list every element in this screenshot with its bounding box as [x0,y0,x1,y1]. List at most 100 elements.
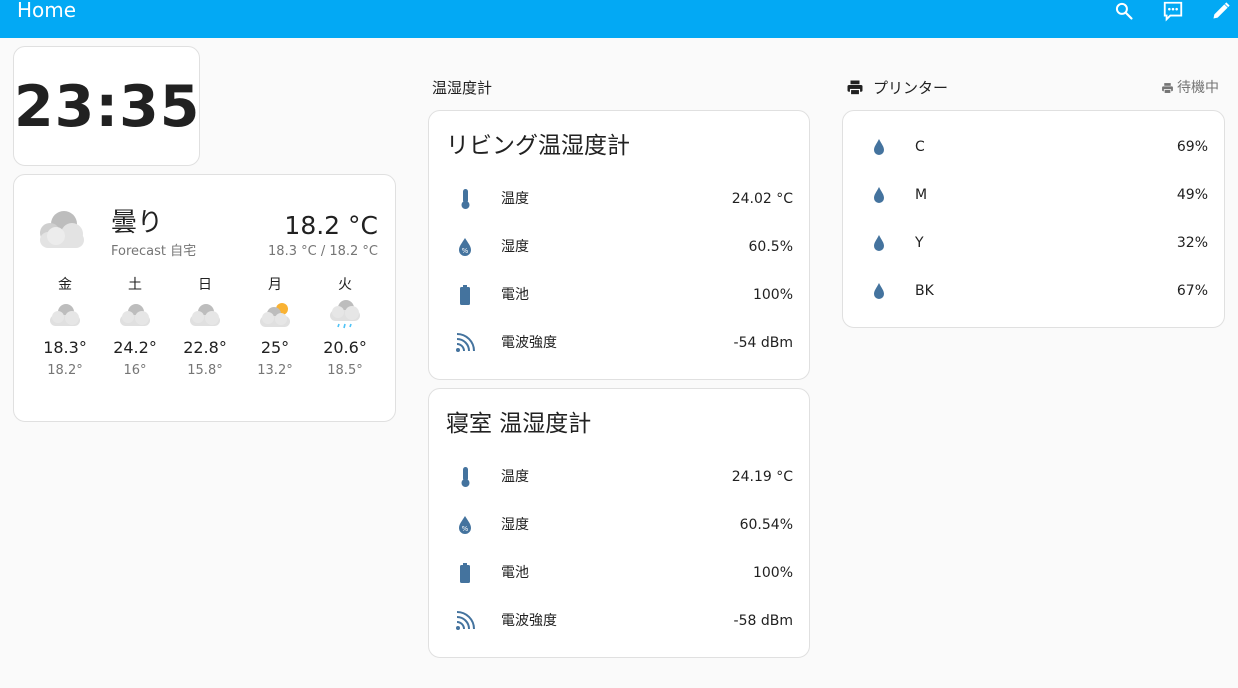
printer-card: C 69% M 49% Y 32% BK 67% [842,110,1225,328]
forecast-high: 18.3° [43,338,87,357]
thermometer-icon [453,187,477,211]
forecast-day-name: 月 [268,277,282,293]
forecast-high: 24.2° [113,338,157,357]
living-sensor-card: リビング温湿度計 温度 24.02 °C % 湿度 60.5% 電池 100% … [428,110,810,380]
search-button[interactable] [1111,0,1137,22]
water-drop-icon [867,135,891,159]
thermometer-icon [453,465,477,489]
printer-icon [1162,82,1173,94]
entity-label: 温度 [501,469,529,485]
forecast-high: 22.8° [183,338,227,357]
entity-row[interactable]: 電波強度 -58 dBm [429,601,809,641]
svg-text:%: % [462,247,469,255]
entity-label: 温度 [501,191,529,207]
forecast-day-name: 土 [128,277,142,293]
signal-icon [453,609,477,633]
entity-value: 24.19 °C [731,469,793,485]
forecast-day: 土 24.2° 16° [100,275,170,380]
forecast-day: 金 18.3° 18.2° [30,275,100,380]
assist-button[interactable] [1160,0,1186,22]
entity-label: 湿度 [501,517,529,533]
cloudy-icon [170,295,240,335]
entity-label: 電波強度 [501,335,557,351]
forecast-low: 16° [123,363,147,378]
forecast-day: 火 20.6° 18.5° [310,275,380,380]
forecast-low: 15.8° [187,363,223,378]
entity-value: 24.02 °C [731,191,793,207]
entity-row[interactable]: 電池 100% [429,553,809,593]
printer-section-title: プリンター [873,79,949,97]
partly-cloudy-icon [240,295,310,335]
weather-forecast-label: Forecast 自宅 [111,244,197,259]
entity-label: 電波強度 [501,613,557,629]
ink-row[interactable]: Y 32% [843,223,1224,263]
ink-label: BK [915,283,934,299]
entity-value: 100% [752,565,793,581]
weather-condition: 曇り [111,208,164,238]
forecast-day-name: 日 [198,277,212,293]
entity-value: 60.5% [748,239,793,255]
forecast-day: 月 25° 13.2° [240,275,310,380]
ink-value: 69% [1176,139,1208,155]
weather-card[interactable]: 曇り Forecast 自宅 18.2 °C 18.3 °C / 18.2 °C… [13,174,396,422]
clock-time: 23:35 [14,74,201,140]
ink-label: M [915,187,928,203]
ink-value: 67% [1176,283,1208,299]
weather-high-low: 18.3 °C / 18.2 °C [268,244,378,259]
printer-status: 待機中 [1161,78,1219,98]
ink-value: 32% [1176,235,1208,251]
entity-label: 電池 [501,287,529,303]
forecast-low: 18.2° [47,363,83,378]
battery-icon [453,283,477,307]
ink-row[interactable]: BK 67% [843,271,1224,311]
printer-icon [846,79,864,101]
card-title: 寝室 温湿度計 [446,411,592,437]
ink-row[interactable]: M 49% [843,175,1224,215]
clock-card: 23:35 [13,46,200,166]
forecast-day-name: 金 [58,277,72,293]
water-drop-icon [867,183,891,207]
entity-row[interactable]: % 湿度 60.54% [429,505,809,545]
search-icon [1115,2,1133,20]
humidity-icon: % [453,235,477,259]
forecast-day-name: 火 [338,277,352,293]
signal-icon [453,331,477,355]
entity-value: 100% [752,287,793,303]
entity-value: -54 dBm [733,335,793,351]
ink-value: 49% [1176,187,1208,203]
weather-temperature: 18.2 °C [284,211,378,240]
entity-row[interactable]: % 湿度 60.5% [429,227,809,267]
pencil-icon [1213,2,1230,19]
card-title: リビング温湿度計 [446,133,630,159]
humidity-icon: % [453,513,477,537]
forecast-high: 25° [260,338,290,357]
comment-icon [1163,1,1183,22]
printer-status-text: 待機中 [1177,80,1219,96]
entity-row[interactable]: 温度 24.19 °C [429,457,809,497]
bedroom-sensor-card: 寝室 温湿度計 温度 24.19 °C % 湿度 60.54% 電池 100% … [428,388,810,658]
forecast-day: 日 22.8° 15.8° [170,275,240,380]
entity-label: 電池 [501,565,529,581]
page-title: Home [17,0,77,22]
forecast-low: 18.5° [327,363,363,378]
ink-label: Y [915,235,924,251]
entity-row[interactable]: 温度 24.02 °C [429,179,809,219]
cloudy-icon [34,208,90,254]
forecast-low: 13.2° [257,363,293,378]
rainy-icon [310,295,380,335]
entity-row[interactable]: 電波強度 -54 dBm [429,323,809,363]
forecast-high: 20.6° [323,338,367,357]
battery-icon [453,561,477,585]
entity-row[interactable]: 電池 100% [429,275,809,315]
app-toolbar: Home [0,0,1238,38]
ink-row[interactable]: C 69% [843,127,1224,167]
entity-value: -58 dBm [733,613,793,629]
edit-button[interactable] [1208,0,1234,22]
entity-label: 湿度 [501,239,529,255]
cloudy-icon [30,295,100,335]
water-drop-icon [867,231,891,255]
entity-value: 60.54% [739,517,793,533]
svg-text:%: % [462,525,469,533]
sensors-section-title: 温湿度計 [432,79,493,97]
water-drop-icon [867,279,891,303]
